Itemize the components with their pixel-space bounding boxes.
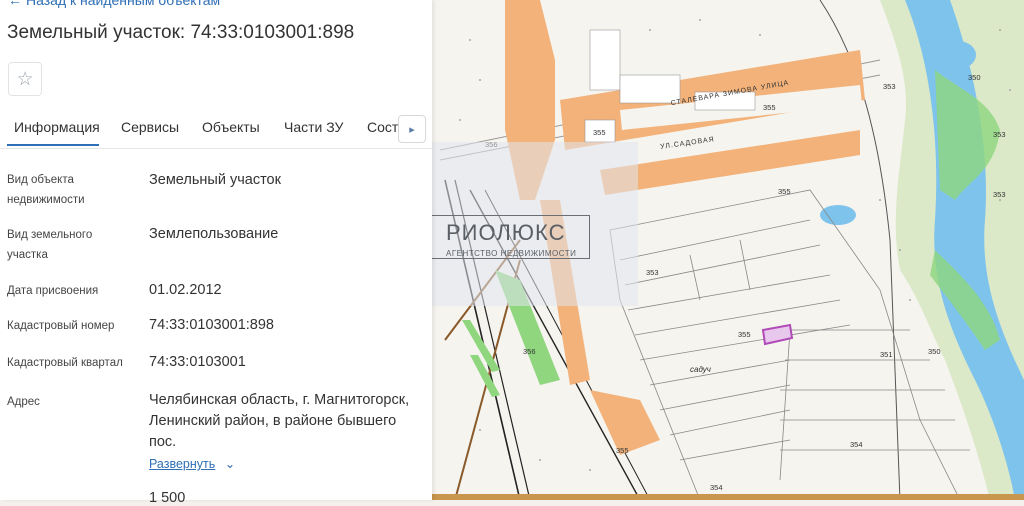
- object-type-label: Вид объекта недвижимости: [7, 174, 85, 206]
- tab-services[interactable]: Сервисы: [121, 119, 179, 135]
- expand-link[interactable]: Развернуть ⌄: [149, 456, 235, 471]
- assignment-date-label: Дата присвоения: [7, 285, 99, 297]
- tab-information[interactable]: Информация: [14, 119, 100, 135]
- watermark-tagline: АГЕНТСТВО НЕДВИЖИМОСТИ: [446, 249, 577, 258]
- tab-bar: Информация Сервисы Объекты Части ЗУ Сост…: [0, 110, 432, 149]
- elevation-label: 354: [850, 440, 863, 449]
- area-label: садуч: [690, 365, 711, 374]
- back-to-results-link[interactable]: Назад к найденным объектам: [26, 0, 220, 8]
- elevation-label: 351: [880, 350, 893, 359]
- tab-parts[interactable]: Части ЗУ: [284, 119, 343, 135]
- cadastral-number-value: 74:33:0103001:898: [149, 317, 274, 333]
- favorite-button[interactable]: ☆: [8, 62, 42, 96]
- elevation-label: 355: [616, 446, 629, 455]
- elevation-label: 353: [883, 82, 896, 91]
- address-label: Адрес: [7, 396, 40, 408]
- elevation-label: 350: [928, 347, 941, 356]
- address-value: Челябинская область, г. Магнитогорск, Ле…: [149, 392, 410, 450]
- tab-objects[interactable]: Объекты: [202, 119, 260, 135]
- tabs-scroll-right-button[interactable]: ▸: [398, 115, 426, 143]
- watermark-logo-text: РИОЛЮКС: [446, 220, 566, 245]
- elevation-label: 355: [593, 128, 606, 137]
- land-type-value: Землепользование: [149, 226, 279, 242]
- active-tab-indicator: [7, 144, 99, 146]
- land-type-label: Вид земельного участка: [7, 229, 93, 261]
- expand-link-label: Развернуть: [149, 457, 216, 471]
- elevation-label: 350: [968, 73, 981, 82]
- elevation-label: 356: [523, 347, 536, 356]
- chevron-right-icon: ▸: [409, 123, 415, 136]
- cadastral-quarter-value: 74:33:0103001: [149, 354, 246, 370]
- elevation-label: 353: [993, 130, 1006, 139]
- chevron-down-icon: ⌄: [224, 457, 236, 471]
- elevation-label: 355: [738, 330, 751, 339]
- cadastral-quarter-label: Кадастровый квартал: [7, 357, 123, 369]
- area-value: 1 500: [149, 490, 186, 506]
- assignment-date-value: 01.02.2012: [149, 282, 222, 298]
- elevation-label: 353: [993, 190, 1006, 199]
- elevation-label: 354: [710, 483, 723, 492]
- star-icon: ☆: [16, 68, 34, 90]
- cadastral-number-label: Кадастровый номер: [7, 320, 115, 332]
- elevation-label: 355: [778, 187, 791, 196]
- elevation-label: 355: [763, 103, 776, 112]
- elevation-label: 353: [646, 268, 659, 277]
- page-title: Земельный участок: 74:33:0103001:898: [7, 22, 355, 43]
- back-arrow-icon[interactable]: ←: [8, 0, 22, 8]
- object-info-panel: ← Назад к найденным объектам Земельный у…: [0, 0, 432, 506]
- object-type-value: Земельный участок: [149, 172, 281, 188]
